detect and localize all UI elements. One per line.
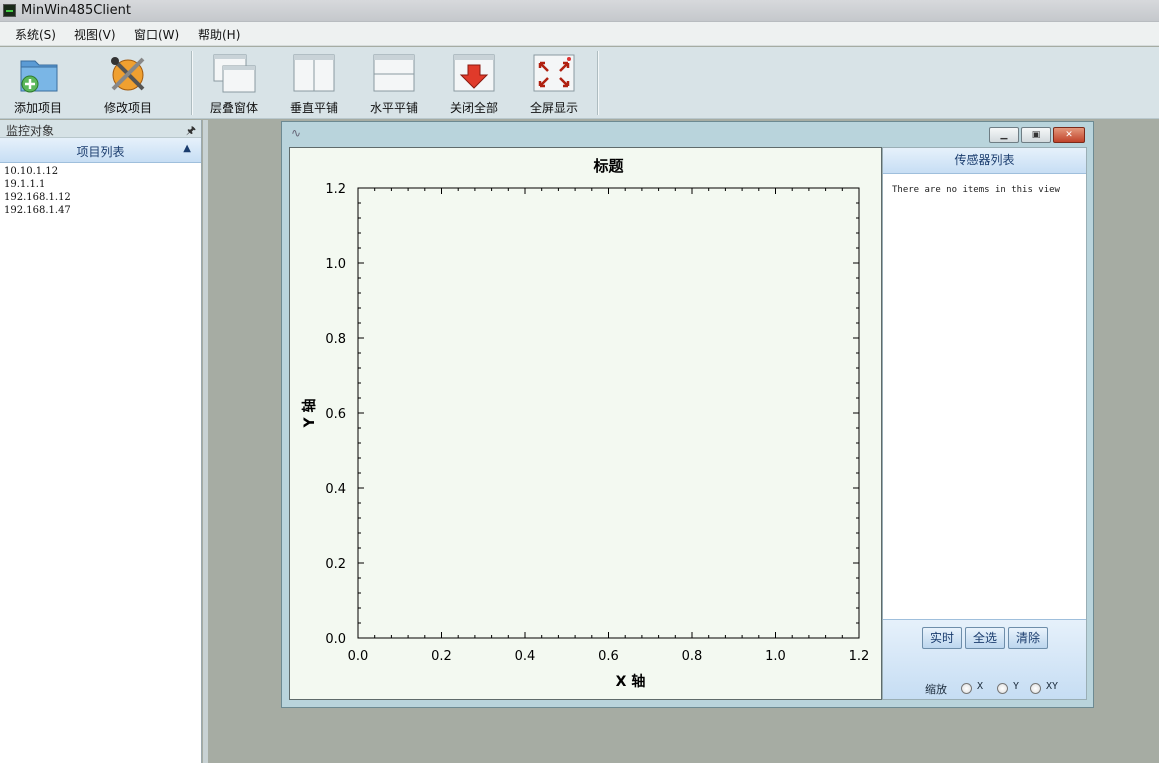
x-tick-label: 1.2 bbox=[849, 649, 870, 664]
x-tick-label: 0.2 bbox=[431, 649, 452, 664]
realtime-button[interactable]: 实时 bbox=[922, 627, 962, 649]
add-folder-icon bbox=[20, 60, 58, 93]
edit-item-label: 修改项目 bbox=[103, 101, 152, 115]
restore-button[interactable]: ▣ bbox=[1021, 127, 1051, 143]
close-all-button[interactable]: 关闭全部 bbox=[444, 47, 504, 117]
collapse-icon[interactable]: ▲ bbox=[183, 143, 191, 154]
monitor-panel: 监控对象 🖈︎ 项目列表 ▲ 10.10.1.12 19.1.1.1 192.1… bbox=[0, 120, 202, 763]
toolbar: 添加项目 修改项目 层叠窗体 垂直平铺 水平平铺 关闭全部 全屏显示 bbox=[0, 47, 1159, 119]
zoom-options: 缩放 X Y XY bbox=[883, 680, 1086, 696]
title-bar: MinWin485Client bbox=[0, 0, 1159, 22]
item-list-header[interactable]: 项目列表 ▲ bbox=[0, 138, 201, 163]
app-icon bbox=[3, 4, 16, 17]
tile-vertical-button[interactable]: 垂直平铺 bbox=[284, 47, 344, 117]
zoom-x-radio[interactable] bbox=[961, 683, 972, 694]
y-tick-label: 0.4 bbox=[325, 482, 346, 497]
chart-window: ∿ ▁ ▣ ✕ 标题 0.0 0.2 0.4 0.6 0.8 1.0 1.2 0.0 0.2 0.4… bbox=[281, 121, 1094, 708]
x-axis-label: X 轴 bbox=[616, 673, 646, 690]
fullscreen-button[interactable]: 全屏显示 bbox=[524, 47, 584, 117]
plot-frame bbox=[357, 187, 860, 639]
chart-window-icon: ∿ bbox=[291, 126, 302, 140]
fullscreen-icon bbox=[533, 54, 575, 92]
chart-plot: 标题 0.0 0.2 0.4 0.6 0.8 1.0 1.2 0.0 0.2 0.4 0.6 0.8 1.… bbox=[301, 157, 870, 690]
zoom-xy-radio[interactable] bbox=[1030, 683, 1041, 694]
y-tick-label: 0.2 bbox=[325, 557, 346, 572]
window-title: MinWin485Client bbox=[21, 3, 131, 18]
x-tick-label: 1.0 bbox=[765, 649, 786, 664]
close-all-label: 关闭全部 bbox=[449, 101, 498, 115]
zoom-x-label: X bbox=[977, 681, 984, 692]
list-item[interactable]: 10.10.1.12 bbox=[4, 165, 197, 178]
sensor-controls: 实时 全选 清除 缩放 X Y XY bbox=[883, 619, 1086, 699]
list-item[interactable]: 192.168.1.47 bbox=[4, 204, 197, 217]
item-list: 10.10.1.12 19.1.1.1 192.168.1.12 192.168… bbox=[0, 163, 201, 219]
menu-window[interactable]: 窗口(W) bbox=[134, 26, 179, 43]
fullscreen-label: 全屏显示 bbox=[529, 101, 578, 115]
zoom-label: 缩放 bbox=[925, 683, 947, 696]
tile-vertical-label: 垂直平铺 bbox=[289, 101, 338, 115]
x-tick-label: 0.0 bbox=[348, 649, 369, 664]
zoom-y-radio[interactable] bbox=[997, 683, 1008, 694]
y-tick-label: 0.0 bbox=[325, 632, 346, 647]
x-tick-label: 0.4 bbox=[515, 649, 536, 664]
sensor-panel: 传感器列表 There are no items in this view 实时… bbox=[882, 147, 1087, 700]
zoom-xy-label: XY bbox=[1046, 681, 1059, 692]
tools-icon bbox=[111, 57, 145, 91]
menu-bar: 系统(S) 视图(V) 窗口(W) 帮助(H) bbox=[0, 22, 1159, 46]
tile-horizontal-icon bbox=[373, 54, 415, 92]
tile-horizontal-label: 水平平铺 bbox=[369, 101, 418, 115]
cascade-label: 层叠窗体 bbox=[209, 101, 258, 115]
cascade-button[interactable]: 层叠窗体 bbox=[204, 47, 264, 117]
y-axis-label: Y 轴 bbox=[301, 398, 318, 428]
chart-title: 标题 bbox=[592, 157, 624, 175]
chart-area[interactable]: 标题 0.0 0.2 0.4 0.6 0.8 1.0 1.2 0.0 0.2 0.4 0.6 0.8 1.… bbox=[289, 147, 882, 700]
y-tick-label: 0.8 bbox=[325, 332, 346, 347]
tile-horizontal-button[interactable]: 水平平铺 bbox=[364, 47, 424, 117]
zoom-y-label: Y bbox=[1013, 681, 1020, 692]
sensor-list-empty: There are no items in this view bbox=[892, 185, 1060, 195]
x-tick-label: 0.8 bbox=[682, 649, 703, 664]
menu-view[interactable]: 视图(V) bbox=[74, 26, 116, 43]
edit-item-button[interactable]: 修改项目 bbox=[98, 47, 158, 117]
monitor-panel-title: 监控对象 bbox=[6, 124, 55, 138]
item-list-title: 项目列表 bbox=[76, 145, 125, 159]
toolbar-separator bbox=[191, 51, 193, 115]
monitor-panel-header: 监控对象 🖈︎ bbox=[0, 120, 201, 138]
menu-help[interactable]: 帮助(H) bbox=[198, 26, 240, 43]
y-tick-label: 1.0 bbox=[325, 257, 346, 272]
list-item[interactable]: 19.1.1.1 bbox=[4, 178, 197, 191]
toolbar-separator bbox=[597, 51, 599, 115]
add-item-label: 添加项目 bbox=[13, 101, 62, 115]
clear-button[interactable]: 清除 bbox=[1008, 627, 1048, 649]
y-tick-label: 0.6 bbox=[325, 407, 346, 422]
minimize-button[interactable]: ▁ bbox=[989, 127, 1019, 143]
select-all-button[interactable]: 全选 bbox=[965, 627, 1005, 649]
close-all-icon bbox=[453, 54, 495, 92]
menu-system[interactable]: 系统(S) bbox=[15, 26, 56, 43]
cascade-windows-icon bbox=[213, 54, 256, 93]
tile-vertical-icon bbox=[293, 54, 335, 92]
y-tick-label: 1.2 bbox=[325, 182, 346, 197]
add-item-button[interactable]: 添加项目 bbox=[8, 47, 68, 117]
list-item[interactable]: 192.168.1.12 bbox=[4, 191, 197, 204]
x-tick-label: 0.6 bbox=[598, 649, 619, 664]
sensor-list-header: 传感器列表 bbox=[883, 148, 1086, 174]
close-button[interactable]: ✕ bbox=[1053, 127, 1085, 143]
